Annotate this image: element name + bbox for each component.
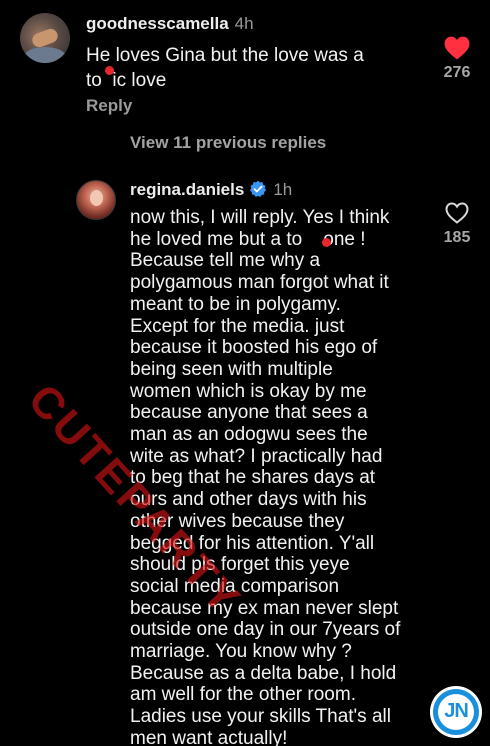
view-previous-replies-button[interactable]: View 11 previous replies [130,133,326,153]
comment-text-line: Because tell me why a [130,250,321,272]
comment-text-line: Except for the media. just [130,315,345,337]
logo-text: JN [444,700,469,722]
like-count: 185 [443,229,471,246]
reply-button[interactable]: Reply [86,96,132,116]
comment-text-line: should pls forget this yeye [130,554,350,576]
username-link[interactable]: goodnesscamella [86,14,229,33]
comment-text: He loves Gina but the love was a to ic l… [86,43,416,93]
comment-text-line: other wives because they [130,510,345,532]
comment-text-line: Because as a delta babe, I hold [130,662,397,684]
comment-text-line: women which is okay by me [130,380,367,402]
comment-text-line: wite as what? I practically had [130,445,383,467]
comment-goodnesscamella: goodnesscamella 4h He loves Gina but the … [0,0,490,125]
like-count: 276 [443,64,471,81]
comment-text-line: ours and other days with his [130,489,367,511]
comment-text-line: social media comparison [130,575,340,597]
comment-text: now this, I will reply. Yes I think he l… [130,207,430,746]
comment-text-line: now this, I will reply. Yes I think [130,207,390,228]
comment-header: regina.daniels 1h [130,180,292,200]
comment-text-line: because it boosted his ego of [130,337,378,359]
comment-text-line: begged for his attention. Y'all [130,532,375,554]
heart-outline-icon[interactable] [445,202,469,224]
username-link[interactable]: regina.daniels [130,180,244,199]
comment-text-line: am well for the other room. [130,684,356,706]
comment-text-line: because my ex man never slept [130,597,399,619]
comment-text-line: being seen with multiple [130,358,333,380]
comment-text-line: marriage. You know why ? [130,641,352,663]
comment-text-line: man as an odogwu sees the [130,424,368,446]
avatar-photo-hand [30,26,60,50]
comment-text-line: meant to be in polygamy. [130,293,341,315]
comment-text-line: men want actually! [130,727,288,746]
verified-badge-icon [250,180,267,198]
comment-text-line: polygamous man forgot what it [130,272,389,294]
comment-timestamp: 1h [273,180,293,199]
comment-text-line: outside one day in our 7years of [130,619,401,641]
avatar-photo-face [90,190,103,206]
comment-text-line: to beg that he shares days at [130,467,376,489]
comment-text-line: Ladies use your skills That's all [130,706,391,728]
jn-logo: JN [430,686,482,738]
comment-text-line: he loved me but a to one ! [130,228,366,250]
comment-text-line: to ic love [86,70,167,91]
comment-timestamp: 4h [234,14,254,33]
comment-text-line: He loves Gina but the love was a [86,45,364,66]
avatar[interactable] [76,180,116,220]
avatar[interactable] [20,13,70,63]
comment-text-line: because anyone that sees a [130,402,368,424]
avatar-photo-shirt [24,47,66,63]
heart-filled-icon[interactable] [444,36,470,60]
comment-header: goodnesscamella 4h [86,14,254,34]
